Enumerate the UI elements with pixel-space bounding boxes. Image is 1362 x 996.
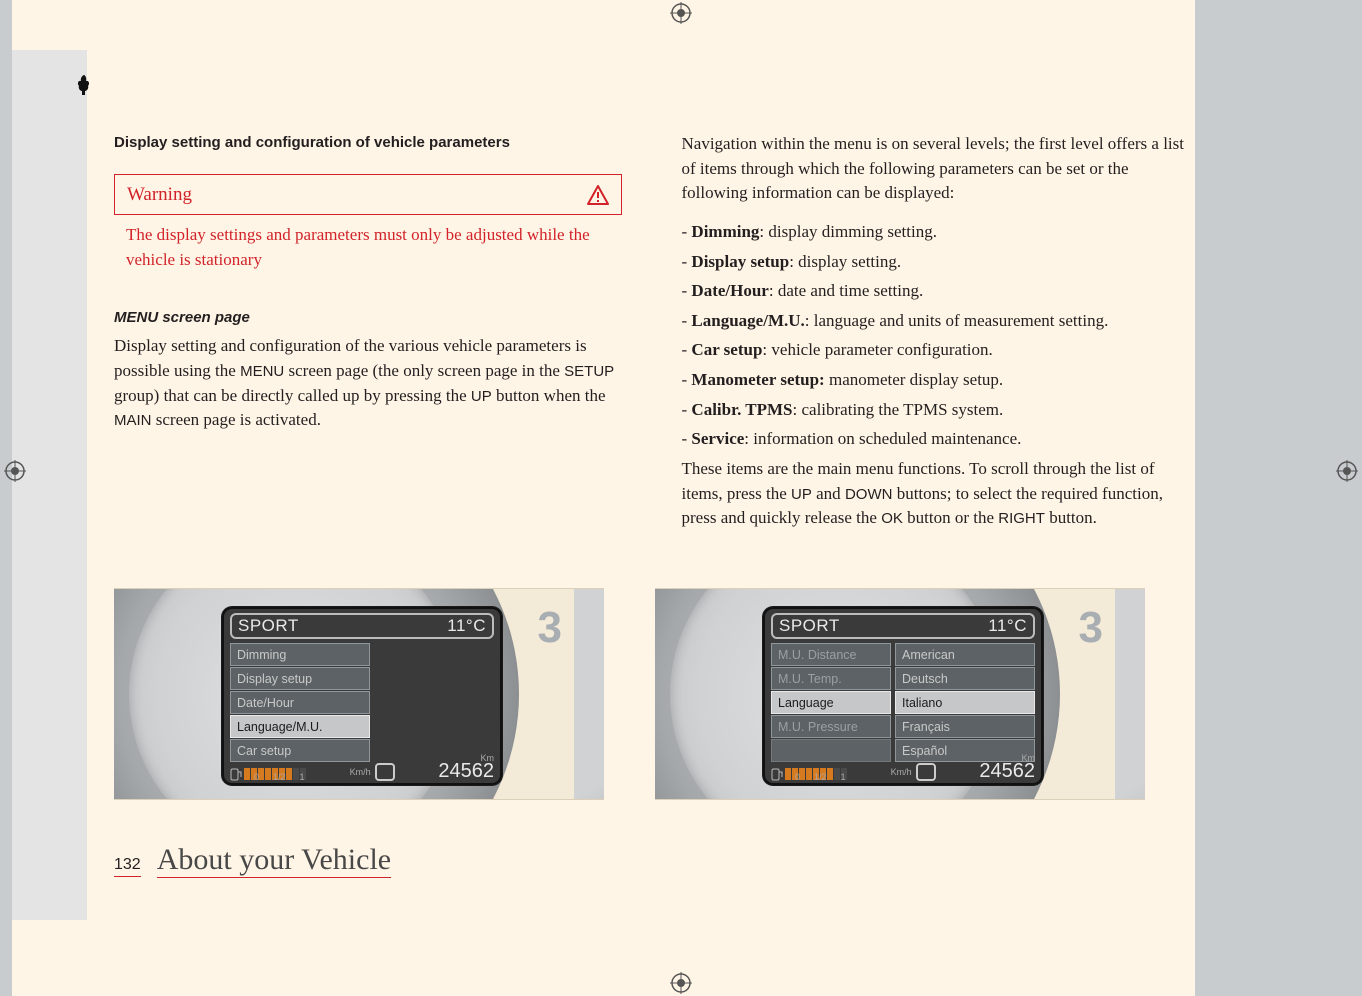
- ambient-temp: 11°C: [988, 616, 1027, 636]
- menu-list-item: - Calibr. TPMS: calibrating the TPMS sys…: [682, 398, 1190, 423]
- lcd-menu-item: Français: [895, 715, 1035, 738]
- tach-number-3: 3: [1079, 603, 1103, 653]
- left-column: Display setting and configuration of veh…: [114, 132, 622, 545]
- page-number: 132: [114, 856, 141, 877]
- lcd-menu-item: Language/M.U.: [230, 715, 370, 738]
- section-footer-title: About your Vehicle: [157, 843, 391, 878]
- lcd-menu-item: American: [895, 643, 1035, 666]
- registration-mark-icon: [670, 2, 692, 24]
- lcd-menu-item: Dimming: [230, 643, 370, 666]
- fuel-pump-mini-icon: [230, 767, 242, 781]
- odometer: Km24562: [979, 754, 1035, 781]
- dashboard-screenshot-right: 3 SPORT 11°C M.U. DistanceM.U. Temp.Lang…: [655, 588, 1145, 800]
- lcd-menu-item: Deutsch: [895, 667, 1035, 690]
- dashboard-screenshot-left: 3 SPORT 11°C DimmingDisplay setupDate/Ho…: [114, 588, 604, 800]
- intro-paragraph: Navigation within the menu is on several…: [682, 132, 1190, 206]
- page: Display setting and configuration of veh…: [0, 0, 1362, 996]
- fuel-pump-mini-icon: [771, 767, 783, 781]
- registration-mark-icon: [1336, 460, 1358, 482]
- lcd-screen-right: SPORT 11°C M.U. DistanceM.U. Temp.Langua…: [763, 607, 1043, 785]
- ferrari-horse-logo: [74, 73, 94, 103]
- section-title: Display setting and configuration of veh…: [114, 132, 622, 154]
- warning-label: Warning: [127, 181, 192, 209]
- page-footer: 132 About your Vehicle: [114, 843, 391, 878]
- lcd-menu-item: M.U. Pressure: [771, 715, 891, 738]
- menu-list-item: - Display setup: display setting.: [682, 250, 1190, 275]
- tach-number-3: 3: [538, 603, 562, 653]
- menu-list-item: - Service: information on scheduled main…: [682, 427, 1190, 452]
- lcd-menu-item: Display setup: [230, 667, 370, 690]
- odometer: Km24562: [438, 754, 494, 781]
- content-columns: Display setting and configuration of veh…: [114, 132, 1189, 545]
- speed-box-icon: [916, 763, 936, 781]
- warning-body-text: The display settings and parameters must…: [114, 223, 622, 282]
- right-column: Navigation within the menu is on several…: [682, 132, 1190, 545]
- menu-list-item: - Car setup: vehicle parameter configura…: [682, 338, 1190, 363]
- registration-mark-icon: [670, 972, 692, 994]
- drive-mode: SPORT: [238, 616, 299, 636]
- lcd-menu-item: Italiano: [895, 691, 1035, 714]
- lcd-screen-left: SPORT 11°C DimmingDisplay setupDate/Hour…: [222, 607, 502, 785]
- warning-title-box: Warning: [114, 174, 622, 216]
- speed-box-icon: [375, 763, 395, 781]
- outro-paragraph: These items are the main menu functions.…: [682, 457, 1190, 531]
- menu-paragraph: Display setting and configuration of the…: [114, 334, 622, 433]
- ambient-temp: 11°C: [447, 616, 486, 636]
- menu-item-list: - Dimming: display dimming setting. - Dis…: [682, 220, 1190, 452]
- menu-list-item: - Dimming: display dimming setting.: [682, 220, 1190, 245]
- fuel-gauge: 01/21: [230, 767, 306, 781]
- menu-subhead: MENU screen page: [114, 307, 622, 329]
- menu-list-item: - Manometer setup: manometer display set…: [682, 368, 1190, 393]
- fuel-gauge: 01/21: [771, 767, 847, 781]
- registration-mark-icon: [4, 460, 26, 482]
- lcd-menu-item: M.U. Temp.: [771, 667, 891, 690]
- menu-list-item: - Language/M.U.: language and units of m…: [682, 309, 1190, 334]
- drive-mode: SPORT: [779, 616, 840, 636]
- lcd-menu-item: Language: [771, 691, 891, 714]
- lcd-menu-item: Date/Hour: [230, 691, 370, 714]
- lcd-menu-item: M.U. Distance: [771, 643, 891, 666]
- menu-list-item: - Date/Hour: date and time setting.: [682, 279, 1190, 304]
- warning-triangle-icon: [587, 184, 609, 206]
- side-grey-tab: [12, 50, 87, 920]
